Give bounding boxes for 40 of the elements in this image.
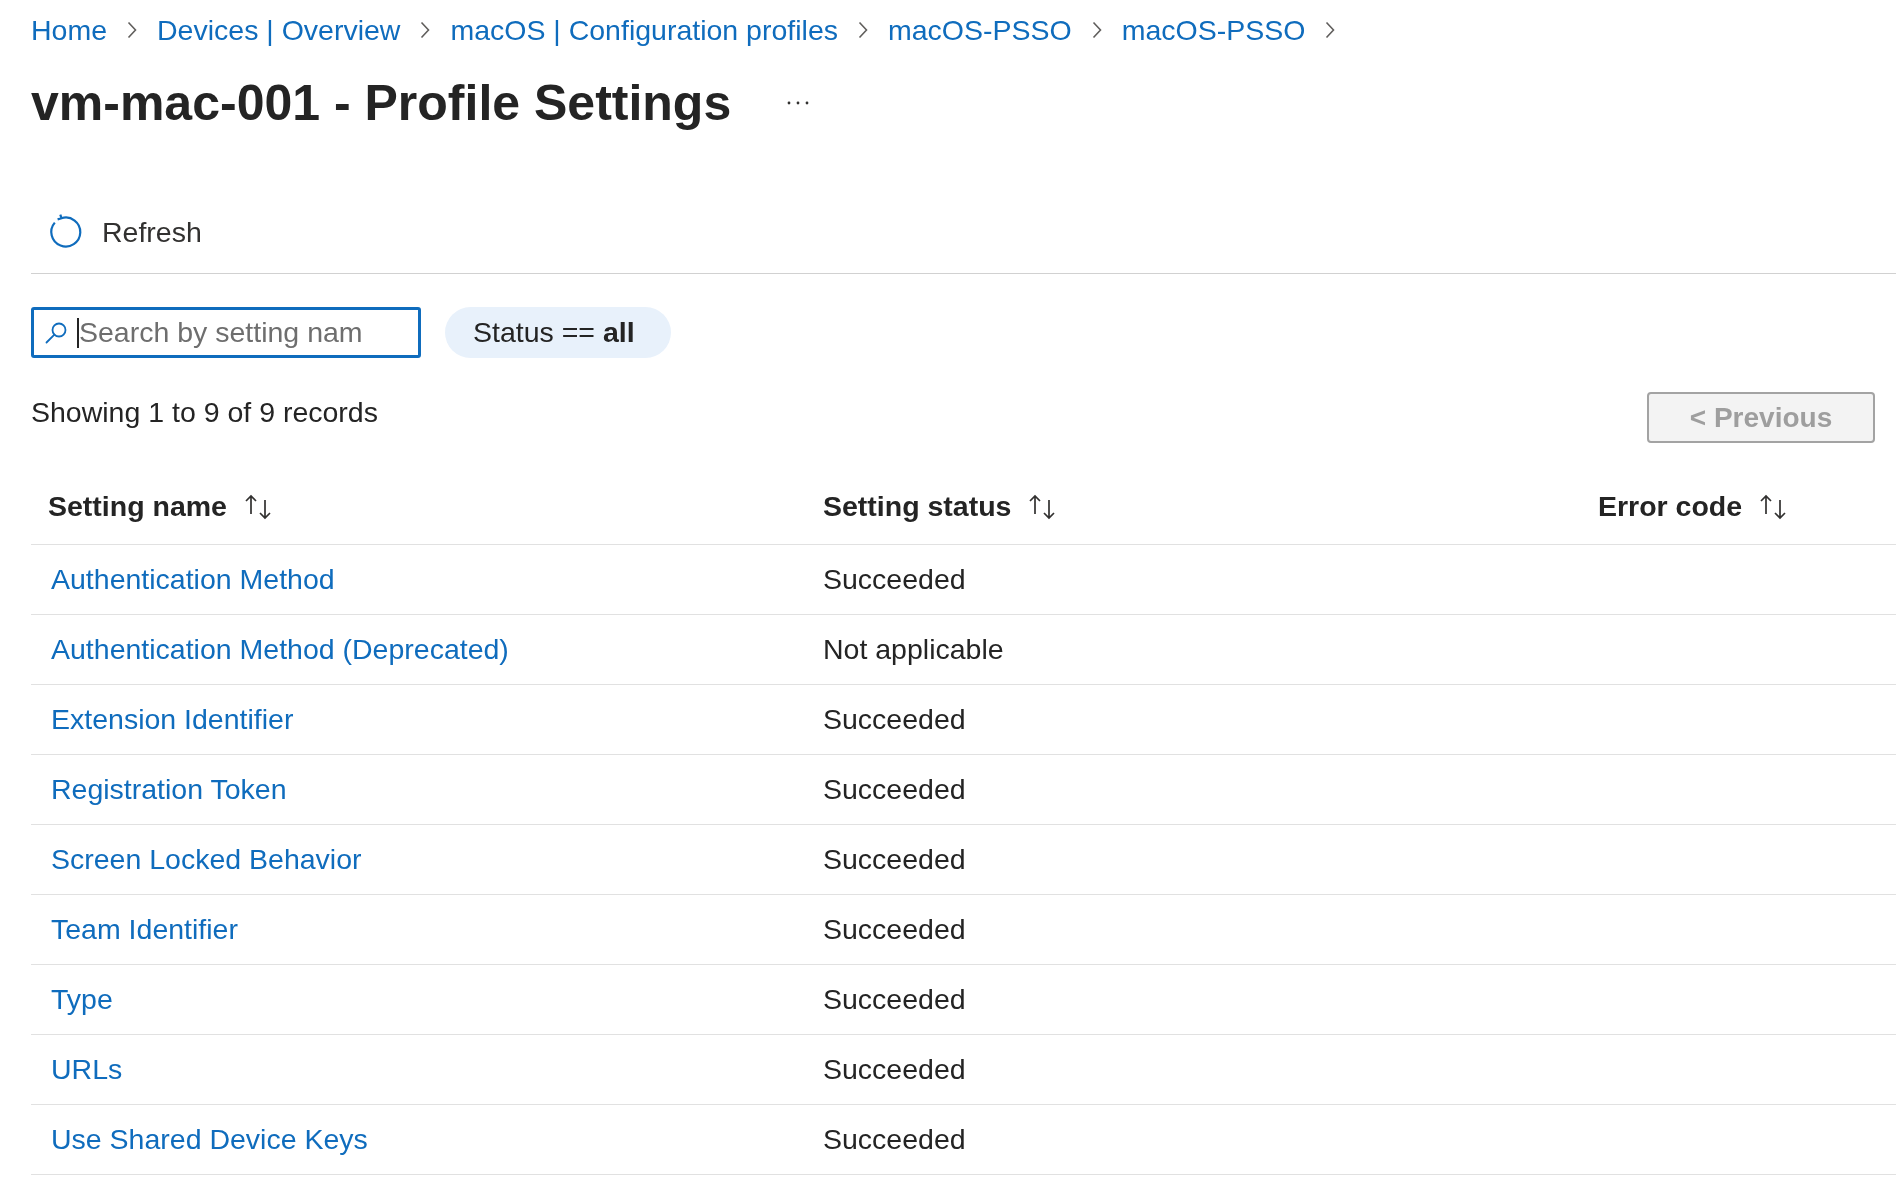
breadcrumb-link[interactable]: macOS | Configuration profiles [450, 12, 838, 48]
setting-status: Succeeded [823, 1123, 966, 1155]
setting-status: Succeeded [823, 703, 966, 735]
text-cursor [77, 317, 79, 348]
setting-link[interactable]: Authentication Method [51, 563, 335, 595]
chevron-right-icon [1325, 21, 1336, 39]
column-header[interactable]: Setting name [48, 490, 227, 523]
setting-status: Succeeded [823, 983, 966, 1015]
refresh-button[interactable]: Refresh [48, 214, 202, 250]
setting-link[interactable]: Extension Identifier [51, 703, 294, 735]
refresh-icon [48, 214, 84, 250]
breadcrumb-link[interactable]: macOS-PSSO [1121, 12, 1306, 48]
chevron-right-icon [127, 21, 138, 39]
setting-link[interactable]: URLs [51, 1053, 123, 1085]
setting-status: Succeeded [823, 773, 966, 805]
setting-link[interactable]: Use Shared Device Keys [51, 1123, 368, 1155]
chevron-right-icon [858, 21, 868, 39]
setting-link[interactable]: Screen Locked Behavior [51, 843, 362, 875]
setting-status: Succeeded [823, 913, 966, 945]
more-icon[interactable] [787, 101, 810, 105]
chevron-right-icon [420, 21, 431, 39]
page-title: vm-mac-001 - Profile Settings [31, 75, 732, 131]
setting-link[interactable]: Type [51, 983, 113, 1015]
column-header[interactable]: Setting status [823, 490, 1012, 523]
breadcrumb-link[interactable]: Home [31, 12, 108, 48]
setting-link[interactable]: Registration Token [51, 773, 287, 805]
setting-status: Succeeded [823, 563, 966, 595]
setting-status: Succeeded [823, 1053, 966, 1085]
setting-status: Succeeded [823, 843, 966, 875]
setting-link[interactable]: Team Identifier [51, 913, 238, 945]
setting-link[interactable]: Authentication Method (Deprecated) [51, 633, 509, 665]
status-filter-button[interactable]: Status == all [445, 307, 671, 358]
setting-status: Not applicable [823, 633, 1004, 665]
search-field[interactable]: Search by setting nam [31, 307, 421, 358]
breadcrumb-link[interactable]: Devices | Overview [157, 12, 401, 48]
breadcrumb-link[interactable]: macOS-PSSO [888, 12, 1072, 48]
records-summary: Showing 1 to 9 of 9 records [31, 395, 378, 430]
column-header[interactable]: Error code [1598, 490, 1743, 523]
chevron-right-icon [1091, 21, 1102, 39]
search-icon [44, 320, 68, 345]
